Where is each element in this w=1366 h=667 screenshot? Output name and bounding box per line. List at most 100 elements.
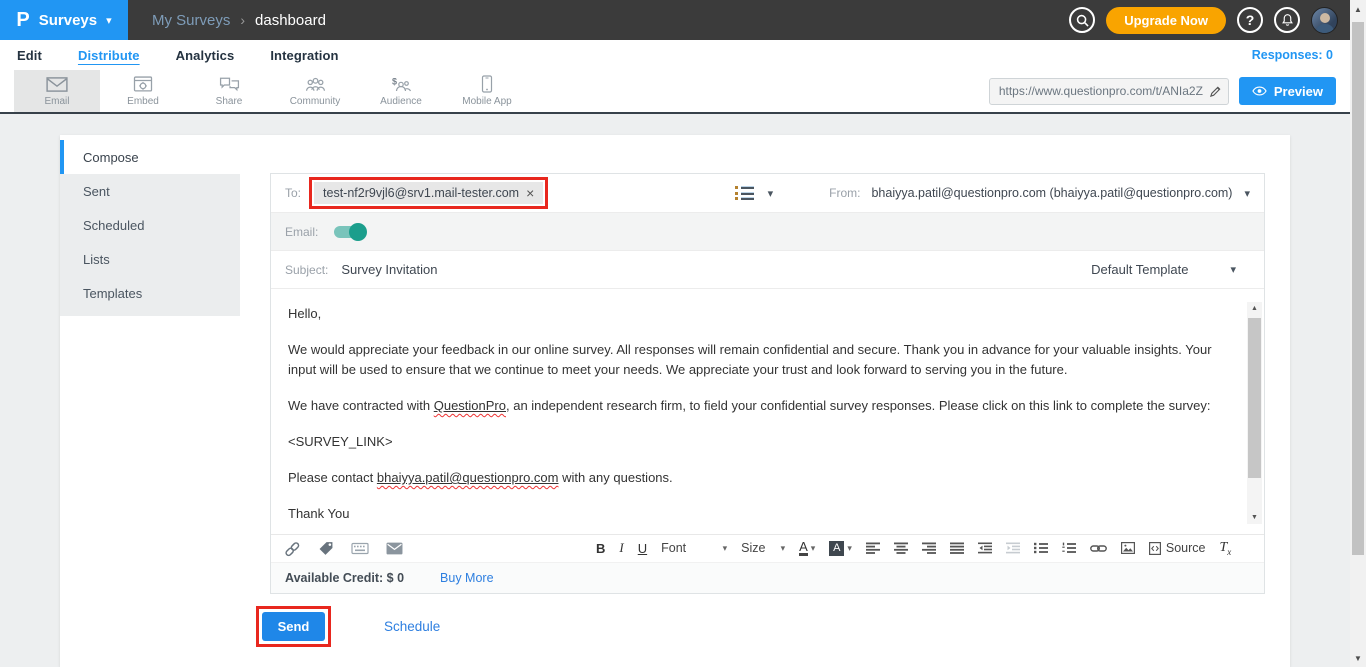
email-body-editor[interactable]: Hello, We would appreciate your feedback…: [271, 289, 1264, 534]
product-name: Surveys: [39, 12, 97, 29]
sidebar-item-scheduled[interactable]: Scheduled: [60, 208, 240, 242]
bulleted-list-button[interactable]: [1034, 542, 1048, 554]
distribute-channel-bar: Email Embed Share Community $ Audience M…: [0, 70, 1350, 112]
hyperlink-button[interactable]: [1090, 543, 1107, 554]
responses-count[interactable]: Responses: 0: [1252, 48, 1333, 62]
body-paragraph-3: Please contact bhaiyya.patil@questionpro…: [288, 468, 1230, 488]
scroll-down-icon[interactable]: ▼: [1247, 511, 1262, 524]
breadcrumb: My Surveys › dashboard: [152, 12, 326, 29]
channel-list: Email Embed Share Community $ Audience M…: [14, 70, 530, 112]
source-button[interactable]: Source: [1149, 541, 1206, 555]
size-dropdown[interactable]: Size▾: [741, 541, 785, 555]
survey-url-input[interactable]: [999, 84, 1209, 98]
remove-format-button[interactable]: Tx: [1219, 540, 1231, 557]
page-scroll-up-icon[interactable]: ▲: [1350, 1, 1366, 17]
background-color-button[interactable]: A▾: [829, 541, 852, 556]
text-color-button[interactable]: A▾: [799, 540, 815, 556]
increase-indent-button[interactable]: [1006, 542, 1020, 554]
annotation-box-recipient: test-nf2r9vjl6@srv1.mail-tester.com ×: [309, 177, 548, 209]
italic-button[interactable]: I: [619, 540, 623, 556]
contact-list-caret-icon[interactable]: ▾: [768, 187, 774, 200]
align-right-button[interactable]: [922, 542, 936, 554]
header-actions: Upgrade Now ?: [1069, 7, 1338, 34]
tab-edit[interactable]: Edit: [17, 48, 42, 63]
sidebar-item-templates[interactable]: Templates: [60, 276, 240, 310]
sidebar-item-lists[interactable]: Lists: [60, 242, 240, 276]
preview-button[interactable]: Preview: [1239, 77, 1336, 105]
merge-fields-icon[interactable]: [351, 542, 369, 555]
page-scrollbar[interactable]: ▲ ▼: [1350, 0, 1366, 667]
channel-community[interactable]: Community: [272, 70, 358, 112]
email-template-icon[interactable]: [386, 542, 403, 555]
email-toggle[interactable]: [334, 226, 365, 238]
top-header: P Surveys ▾ My Surveys › dashboard Upgra…: [0, 0, 1350, 40]
editor-scrollbar-thumb[interactable]: [1248, 318, 1261, 478]
to-row: To: test-nf2r9vjl6@srv1.mail-tester.com …: [271, 174, 1264, 213]
tag-icon[interactable]: [318, 541, 334, 556]
search-button[interactable]: [1069, 7, 1095, 33]
sidebar-item-compose[interactable]: Compose: [60, 140, 240, 174]
question-mark-icon: ?: [1246, 12, 1255, 28]
contact-email-link[interactable]: bhaiyya.patil@questionpro.com: [377, 470, 559, 485]
breadcrumb-my-surveys[interactable]: My Surveys: [152, 12, 230, 29]
editor-toolbar-left: [284, 541, 403, 557]
justify-button[interactable]: [950, 542, 964, 554]
compose-actions: Send Schedule: [256, 606, 440, 647]
channel-email[interactable]: Email: [14, 70, 100, 112]
help-button[interactable]: ?: [1237, 7, 1263, 33]
page-scrollbar-thumb[interactable]: [1352, 22, 1364, 555]
underline-button[interactable]: U: [638, 541, 647, 556]
editor-scrollbar[interactable]: ▲ ▼: [1247, 302, 1262, 524]
tab-analytics[interactable]: Analytics: [176, 48, 235, 63]
font-dropdown[interactable]: Font▾: [661, 541, 727, 555]
body-closing: Thank You: [288, 504, 1230, 524]
upgrade-now-button[interactable]: Upgrade Now: [1106, 7, 1226, 34]
channel-mobile-app[interactable]: Mobile App: [444, 70, 530, 112]
body-paragraph-2: We have contracted with QuestionPro, an …: [288, 396, 1230, 416]
compose-sidebar: Compose Sent Scheduled Lists Templates: [60, 140, 240, 316]
buy-more-link[interactable]: Buy More: [440, 571, 494, 585]
source-icon: [1149, 542, 1161, 555]
page-scroll-down-icon[interactable]: ▼: [1350, 650, 1366, 666]
from-value[interactable]: bhaiyya.patil@questionpro.com (bhaiyya.p…: [871, 186, 1232, 200]
to-label: To:: [285, 186, 301, 200]
survey-link-token: <SURVEY_LINK>: [288, 432, 1230, 452]
scroll-up-icon[interactable]: ▲: [1247, 302, 1262, 315]
template-selector[interactable]: Default Template ▾: [1091, 262, 1250, 277]
subject-value[interactable]: Survey Invitation: [341, 262, 437, 277]
schedule-link[interactable]: Schedule: [384, 619, 440, 634]
to-row-right: ▾ From: bhaiyya.patil@questionpro.com (b…: [735, 186, 1250, 200]
align-left-button[interactable]: [866, 542, 880, 554]
remove-recipient-icon[interactable]: ×: [526, 186, 534, 200]
chevron-down-icon: ▾: [106, 14, 112, 27]
questionpro-logo: P: [16, 10, 29, 30]
product-switcher[interactable]: P Surveys ▾: [0, 0, 128, 40]
email-toggle-label: Email:: [285, 225, 318, 239]
insert-link-icon[interactable]: [284, 541, 301, 557]
numbered-list-button[interactable]: [1062, 542, 1076, 554]
channel-audience[interactable]: $ Audience: [358, 70, 444, 112]
decrease-indent-button[interactable]: [978, 542, 992, 554]
notifications-button[interactable]: [1274, 7, 1300, 33]
embed-icon: [133, 76, 153, 93]
channel-share[interactable]: Share: [186, 70, 272, 112]
search-icon: [1076, 14, 1089, 27]
annotation-box-send: Send: [256, 606, 331, 647]
subject-row: Subject: Survey Invitation Default Templ…: [271, 251, 1264, 289]
from-caret-icon[interactable]: ▾: [1244, 187, 1250, 200]
bell-icon: [1281, 13, 1294, 27]
user-avatar[interactable]: [1311, 7, 1338, 34]
channel-embed[interactable]: Embed: [100, 70, 186, 112]
edit-pencil-icon[interactable]: [1209, 85, 1222, 98]
send-button[interactable]: Send: [262, 612, 325, 641]
insert-image-button[interactable]: [1121, 542, 1135, 554]
align-center-button[interactable]: [894, 542, 908, 554]
channel-label: Embed: [127, 96, 159, 107]
bold-button[interactable]: B: [596, 541, 605, 556]
contact-list-icon[interactable]: [735, 186, 754, 200]
recipient-chip[interactable]: test-nf2r9vjl6@srv1.mail-tester.com ×: [314, 182, 543, 204]
sidebar-item-sent[interactable]: Sent: [60, 174, 240, 208]
tab-integration[interactable]: Integration: [270, 48, 338, 63]
questionpro-link[interactable]: QuestionPro: [434, 398, 506, 413]
tab-distribute[interactable]: Distribute: [78, 48, 140, 63]
